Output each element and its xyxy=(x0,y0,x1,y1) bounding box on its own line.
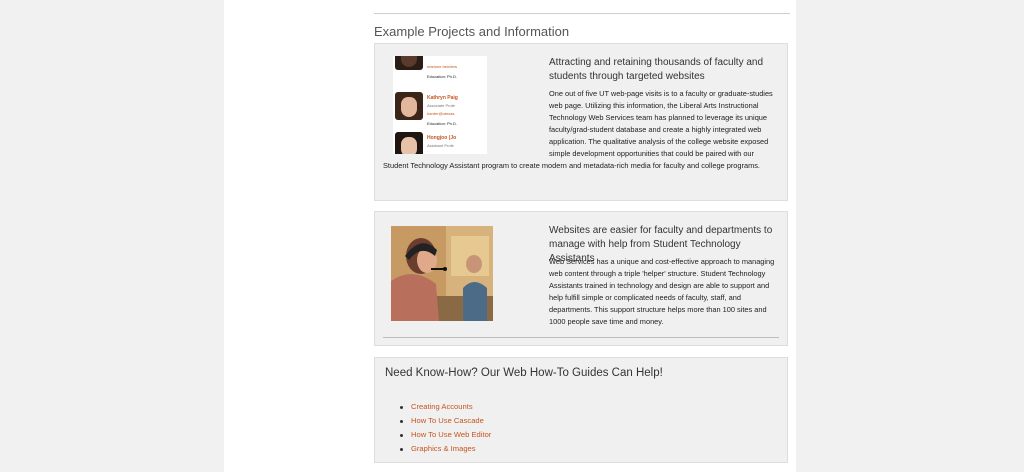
project-panel-faculty-websites: marlone.henders Education: Ph.D. Kathryn… xyxy=(374,43,788,201)
guide-link-web-editor[interactable]: How To Use Web Editor xyxy=(397,428,491,442)
faculty-photo xyxy=(395,132,423,154)
panel-divider xyxy=(383,337,779,338)
project-title: Attracting and retaining thousands of fa… xyxy=(549,57,764,82)
faculty-photo xyxy=(395,56,423,70)
how-to-guides-panel: Need Know-How? Our Web How-To Guides Can… xyxy=(374,357,788,463)
guide-link-graphics-images[interactable]: Graphics & Images xyxy=(397,442,491,456)
guide-link-cascade[interactable]: How To Use Cascade xyxy=(397,414,491,428)
main-content: Example Projects and Information marlone… xyxy=(224,0,796,472)
how-to-guides-list: Creating Accounts How To Use Cascade How… xyxy=(397,400,491,456)
faculty-directory-thumbnail[interactable]: marlone.henders Education: Ph.D. Kathryn… xyxy=(393,56,487,154)
how-to-guides-heading: Need Know-How? Our Web How-To Guides Can… xyxy=(385,367,663,379)
project-description-continued: Student Technology Assistant program to … xyxy=(383,161,760,170)
faculty-photo xyxy=(395,92,423,120)
section-title: Example Projects and Information xyxy=(374,24,570,39)
project-panel-student-assistants: Websites are easier for faculty and depa… xyxy=(374,211,788,346)
project-description: One out of five UT web-page visits is to… xyxy=(549,89,773,158)
guide-link-creating-accounts[interactable]: Creating Accounts xyxy=(397,400,491,414)
top-divider xyxy=(374,13,790,14)
project-description: Web Services has a unique and cost-effec… xyxy=(549,257,775,326)
student-assistants-photo[interactable] xyxy=(391,226,493,321)
